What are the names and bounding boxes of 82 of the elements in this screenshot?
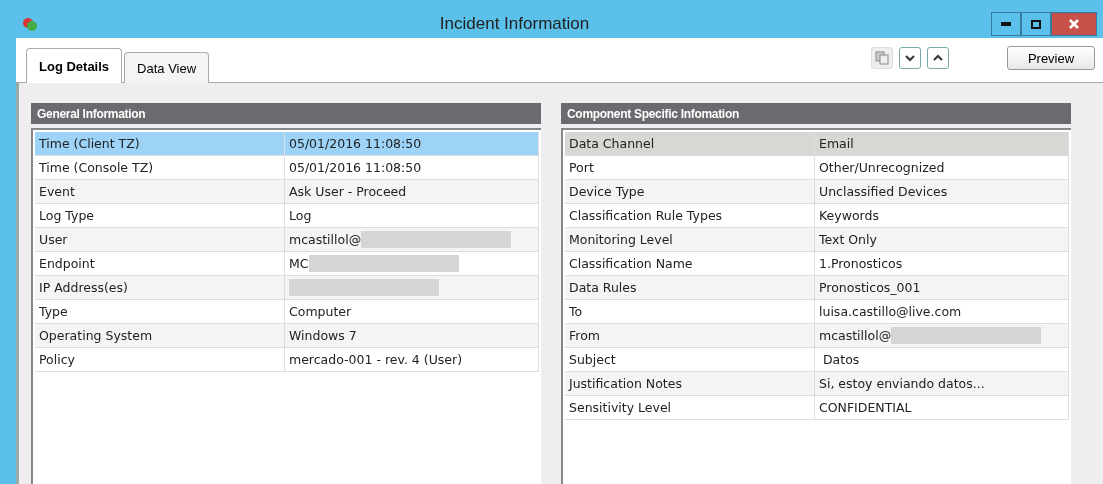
maximize-button[interactable] [1021,12,1051,36]
property-value: Email [819,136,854,151]
property-label: User [39,232,68,247]
property-row[interactable]: Time (Console TZ) 05/01/2016 11:08:50 [35,156,539,180]
property-value: Si, estoy enviando datos... [819,376,985,391]
property-label: Time (Client TZ) [39,136,140,151]
property-label: Classification Name [569,256,693,271]
property-row[interactable]: Log Type Log [35,204,539,228]
property-row[interactable]: Port Other/Unrecognized [565,156,1069,180]
panel-header: Component Specific Infomation [561,103,1071,124]
preview-button[interactable]: Preview [1007,46,1095,70]
property-label: Justification Notes [569,376,682,391]
property-row[interactable]: Classification Rule Types Keywords [565,204,1069,228]
property-value: Text Only [819,232,877,247]
property-row[interactable]: Policy mercado-001 - rev. 4 (User) [35,348,539,372]
property-row[interactable]: Device Type Unclassified Devices [565,180,1069,204]
close-icon [1069,19,1079,29]
property-value: Computer [289,304,352,319]
property-label: Port [569,160,594,175]
property-label: Log Type [39,208,94,223]
tab[interactable]: Log Details [26,48,123,83]
property-row[interactable]: Event Ask User - Proceed [35,180,539,204]
property-value: luisa.castillo@live.com [819,304,962,319]
tab[interactable]: Data View [124,52,210,83]
property-label: Policy [39,352,75,367]
next-button[interactable] [899,47,921,69]
property-label: Time (Console TZ) [39,160,154,175]
property-label: From [569,328,600,343]
property-row[interactable]: From mcastillol@ [565,324,1069,348]
property-value: 05/01/2016 11:08:50 [289,160,422,175]
property-value: MC [289,256,309,271]
property-value: 1.Pronosticos [819,256,903,271]
window-title: Incident Information [438,14,591,34]
property-label: To [569,304,583,319]
chevron-down-icon [905,54,915,62]
chevron-up-icon [933,54,943,62]
property-row[interactable]: Sensitivity Level CONFIDENTIAL [565,396,1069,420]
property-label: Data Channel [569,136,655,151]
minimize-button[interactable] [991,12,1021,36]
property-value: Unclassified Devices [819,184,948,199]
minimize-icon [1001,22,1011,26]
maximize-icon [1031,19,1041,29]
copy-icon [875,51,889,65]
property-value: mcastillol@ [289,232,362,247]
property-value: 05/01/2016 11:08:50 [289,136,422,151]
property-row[interactable]: Subject Datos [565,348,1069,372]
property-value: Keywords [819,208,879,223]
property-value: mcastillol@ [819,328,892,343]
property-row[interactable]: User mcastillol@ [35,228,539,252]
property-row[interactable]: Type Computer [35,300,539,324]
property-label: Subject [569,352,616,367]
property-label: Event [39,184,75,199]
property-value: Windows 7 [289,328,357,343]
property-row[interactable]: Classification Name 1.Pronosticos [565,252,1069,276]
property-row[interactable]: Operating System Windows 7 [35,324,539,348]
property-label: Classification Rule Types [569,208,723,223]
property-value: Other/Unrecognized [819,160,945,175]
property-label: Data Rules [569,280,637,295]
property-row[interactable]: Justification Notes Si, estoy enviando datos... [565,372,1069,396]
close-button[interactable] [1051,12,1097,36]
property-row[interactable]: Monitoring Level Text Only [565,228,1069,252]
property-row[interactable]: Endpoint MC [35,252,539,276]
property-label: Monitoring Level [569,232,673,247]
property-label: Type [39,304,68,319]
panel-header: General Information [31,103,541,124]
property-value: CONFIDENTIAL [819,400,912,415]
property-value: Log [289,208,312,223]
property-row[interactable]: To luisa.castillo@live.com [565,300,1069,324]
previous-button[interactable] [927,47,949,69]
property-value: Pronosticos_001 [819,280,921,295]
property-label: Device Type [569,184,645,199]
property-row[interactable]: Data Rules Pronosticos_001 [565,276,1069,300]
property-label: IP Address(es) [39,280,128,295]
property-label: Sensitivity Level [569,400,672,415]
property-row[interactable]: Time (Client TZ) 05/01/2016 11:08:50 [35,132,539,156]
property-value: Ask User - Proceed [289,184,407,199]
property-row[interactable]: IP Address(es) [35,276,539,300]
property-label: Operating System [39,328,153,343]
property-value: mercado-001 - rev. 4 (User) [289,352,462,367]
property-row[interactable]: Data Channel Email [565,132,1069,156]
property-label: Endpoint [39,256,95,271]
property-value: Datos [821,352,860,367]
